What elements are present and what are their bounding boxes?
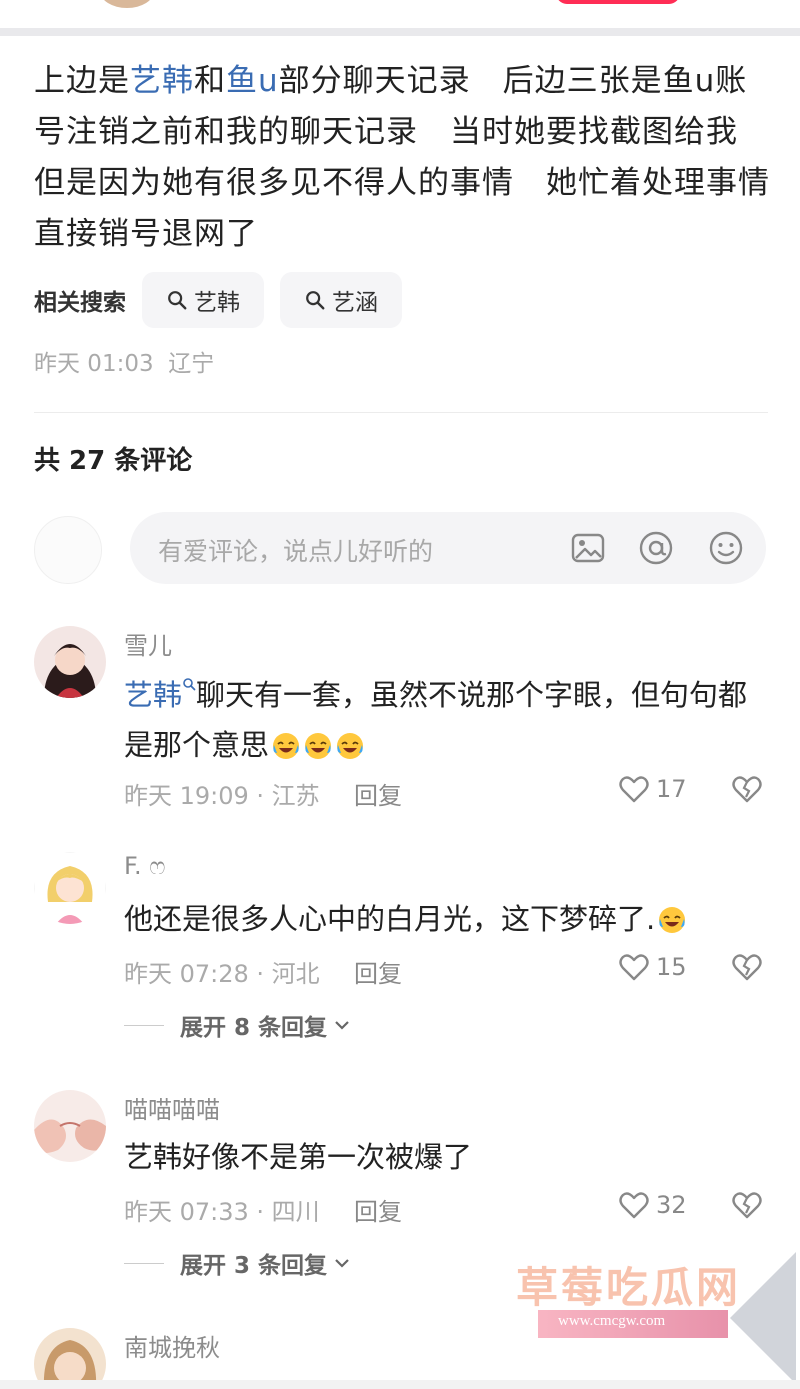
comment-meta: 昨天 07:33 · 四川 [124,1198,320,1226]
comment-meta: 昨天 19:09 · 江苏 [124,782,320,810]
comment-text: 艺韩 聊天有一套，虽然不说那个字眼，但句句都是那个意思 [124,670,764,770]
heart-icon [619,1192,649,1219]
heart-icon [619,776,649,803]
related-search-chip[interactable]: 艺韩 [142,272,264,328]
reply-button[interactable]: 回复 [354,954,402,989]
top-strip [0,0,800,36]
search-icon [306,291,325,310]
post-text: 和 [194,63,226,99]
avatar[interactable] [34,1090,106,1162]
divider [34,412,768,413]
author-avatar[interactable] [100,0,154,8]
comment-input[interactable]: 有爱评论，说点儿好听的 [130,512,766,584]
broken-heart-icon[interactable] [731,774,763,804]
chip-label: 艺涵 [332,290,378,316]
chip-label: 艺韩 [194,290,240,316]
comment-text: 艺韩好像不是第一次被爆了 [124,1132,764,1182]
search-icon [168,291,187,310]
chevron-down-icon [335,1259,349,1268]
like-button[interactable]: 15 [618,952,687,982]
broken-heart-icon[interactable] [731,952,763,982]
avatar[interactable] [34,626,106,698]
broken-heart-icon[interactable] [731,1190,763,1220]
search-icon [183,678,196,691]
expand-label: 展开 3 条回复 [180,1253,328,1279]
chevron-down-icon [335,1021,349,1030]
expand-dash [124,1262,164,1264]
commenter-name[interactable]: F. ෆ [124,852,165,880]
comment-count: 共 27 条评论 [34,446,193,476]
post-text: 上边是 [34,63,130,99]
expand-dash [124,1024,164,1026]
commenter-name[interactable]: 喵喵喵喵 [124,1090,220,1125]
post-location: 辽宁 [168,351,215,377]
comment-placeholder: 有爱评论，说点儿好听的 [158,537,434,566]
post-time: 昨天 01:03 [34,351,154,377]
comment-item: 雪儿 艺韩 聊天有一套，虽然不说那个字眼，但句句都是那个意思 昨天 19:09 ·… [34,626,768,810]
reply-button[interactable]: 回复 [354,1192,402,1227]
follow-button[interactable] [556,0,680,4]
related-search-chip[interactable]: 艺涵 [280,272,402,328]
comment-body: 艺韩好像不是第一次被爆了 [124,1140,473,1174]
reply-button[interactable]: 回复 [354,776,402,811]
like-count: 17 [656,775,687,803]
like-button[interactable]: 17 [618,774,687,804]
commenter-name[interactable]: 南城挽秋 [124,1328,220,1363]
laughing-crying-emoji-icon [305,733,332,759]
laughing-crying-emoji-icon [337,733,364,759]
post-meta: 昨天 01:03 辽宁 [34,344,214,378]
bottom-edge [0,1380,800,1389]
post-body: 上边是艺韩和鱼u部分聊天记录 后边三张是鱼u账号注销之前和我的聊天记录 当时她要… [34,56,770,260]
comment-meta: 昨天 07:28 · 河北 [124,960,320,988]
topic-tag[interactable]: 艺韩 [130,63,194,99]
commenter-name[interactable]: 雪儿 [124,626,172,661]
laughing-crying-emoji-icon [659,907,686,933]
heart-icon [619,954,649,981]
comment-item: F. ෆ 他还是很多人心中的白月光，这下梦碎了. 昨天 07:28 · 河北 回… [34,852,768,1052]
avatar[interactable] [34,852,106,924]
watermark-text: 草莓吃瓜网 [516,1263,742,1312]
expand-replies-button[interactable]: 展开 8 条回复 [124,1008,351,1042]
related-label: 相关搜索 [34,290,126,316]
laughing-crying-emoji-icon [273,733,300,759]
watermark-triangle [730,1252,796,1384]
emoji-icon[interactable] [706,528,746,568]
expand-label: 展开 8 条回复 [180,1015,328,1041]
comment-body: 聊天有一套，虽然不说那个字眼，但句句都是那个意思 [124,678,748,762]
comment-input-row: 有爱评论，说点儿好听的 [34,512,768,584]
topic-tag[interactable]: 鱼u [226,63,279,99]
topic-tag[interactable]: 艺韩 [124,678,196,712]
section-divider [0,28,800,36]
at-icon[interactable] [636,528,676,568]
like-button[interactable]: 32 [618,1190,687,1220]
comment-text: 他还是很多人心中的白月光，这下梦碎了. [124,894,764,944]
related-searches: 相关搜索 艺韩 艺涵 [34,272,418,328]
like-count: 32 [656,1191,687,1219]
like-count: 15 [656,953,687,981]
my-avatar [34,516,102,584]
expand-replies-button[interactable]: 展开 3 条回复 [124,1246,351,1280]
image-icon[interactable] [568,528,608,568]
watermark-url: www.cmcgw.com [558,1313,666,1329]
comment-body: 他还是很多人心中的白月光，这下梦碎了. [124,902,656,936]
